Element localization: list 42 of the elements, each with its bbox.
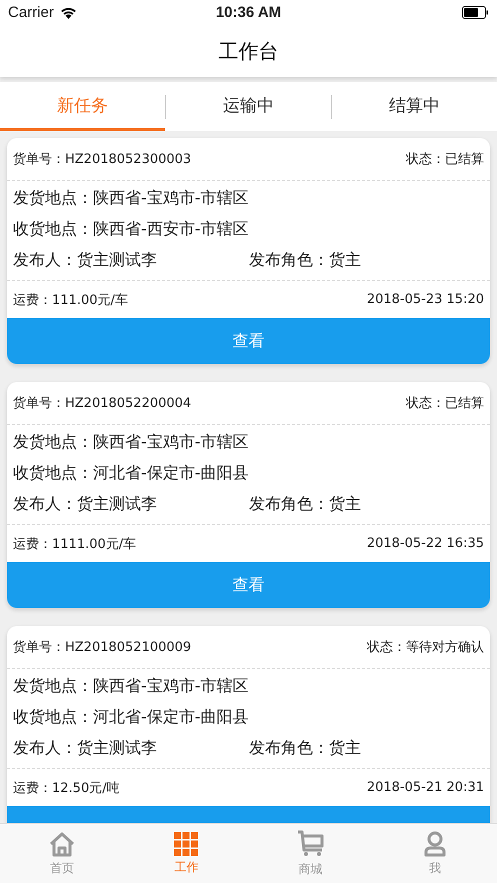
order-status: 状态：已结算 [406, 151, 484, 168]
origin-address: 发货地点：陕西省-宝鸡市-市辖区 [13, 187, 250, 209]
publisher-role: 发布角色：货主 [249, 738, 361, 759]
freight-fee: 运费：12.50元/吨 [13, 780, 120, 796]
battery-icon [462, 6, 489, 19]
page-title: 工作台 [218, 38, 278, 64]
cart-icon [296, 830, 325, 858]
tab[interactable]: 结算中 [332, 82, 497, 131]
tab[interactable]: 运输中 [166, 82, 331, 131]
order-time: 2018-05-23 15:20 [366, 292, 484, 307]
wifi-icon [60, 6, 77, 18]
nav-item[interactable]: 首页 [0, 824, 124, 883]
user-icon [424, 830, 446, 856]
origin-address: 发货地点：陕西省-宝鸡市-市辖区 [13, 431, 250, 453]
publisher: 发布人：货主测试李 [13, 250, 158, 271]
order-number: 货单号：HZ2018052200004 [13, 395, 192, 412]
origin-address: 发货地点：陕西省-宝鸡市-市辖区 [13, 675, 250, 697]
publisher-role: 发布角色：货主 [249, 494, 361, 515]
order-time: 2018-05-21 20:31 [366, 780, 484, 795]
destination-address: 收货地点：陕西省-西安市-市辖区 [13, 218, 250, 240]
order-number: 货单号：HZ2018052300003 [13, 151, 192, 168]
publisher-role: 发布角色：货主 [249, 250, 361, 271]
view-button[interactable]: 查看 [7, 318, 490, 364]
nav-item[interactable]: 我 [372, 824, 497, 883]
destination-address: 收货地点：河北省-保定市-曲阳县 [13, 462, 250, 484]
carrier-name: Carrier [8, 4, 54, 21]
order-number: 货单号：HZ2018052100009 [13, 639, 192, 656]
tab[interactable]: 新任务 [0, 82, 165, 131]
view-button[interactable]: 查看 [7, 562, 490, 608]
nav-item[interactable]: 商城 [248, 824, 373, 883]
order-time: 2018-05-22 16:35 [366, 536, 484, 551]
order-status: 状态：等待对方确认 [367, 639, 484, 656]
publisher: 发布人：货主测试李 [13, 494, 158, 515]
nav-item[interactable]: 工作 [124, 824, 248, 883]
order-status: 状态：已结算 [406, 395, 484, 412]
freight-fee: 运费：1111.00元/车 [13, 536, 136, 552]
clock-time: 10:36 AM [216, 4, 282, 21]
publisher: 发布人：货主测试李 [13, 738, 158, 759]
grid-icon [174, 832, 198, 856]
destination-address: 收货地点：河北省-保定市-曲阳县 [13, 706, 250, 728]
freight-fee: 运费：111.00元/车 [13, 292, 128, 308]
home-icon [48, 830, 76, 856]
